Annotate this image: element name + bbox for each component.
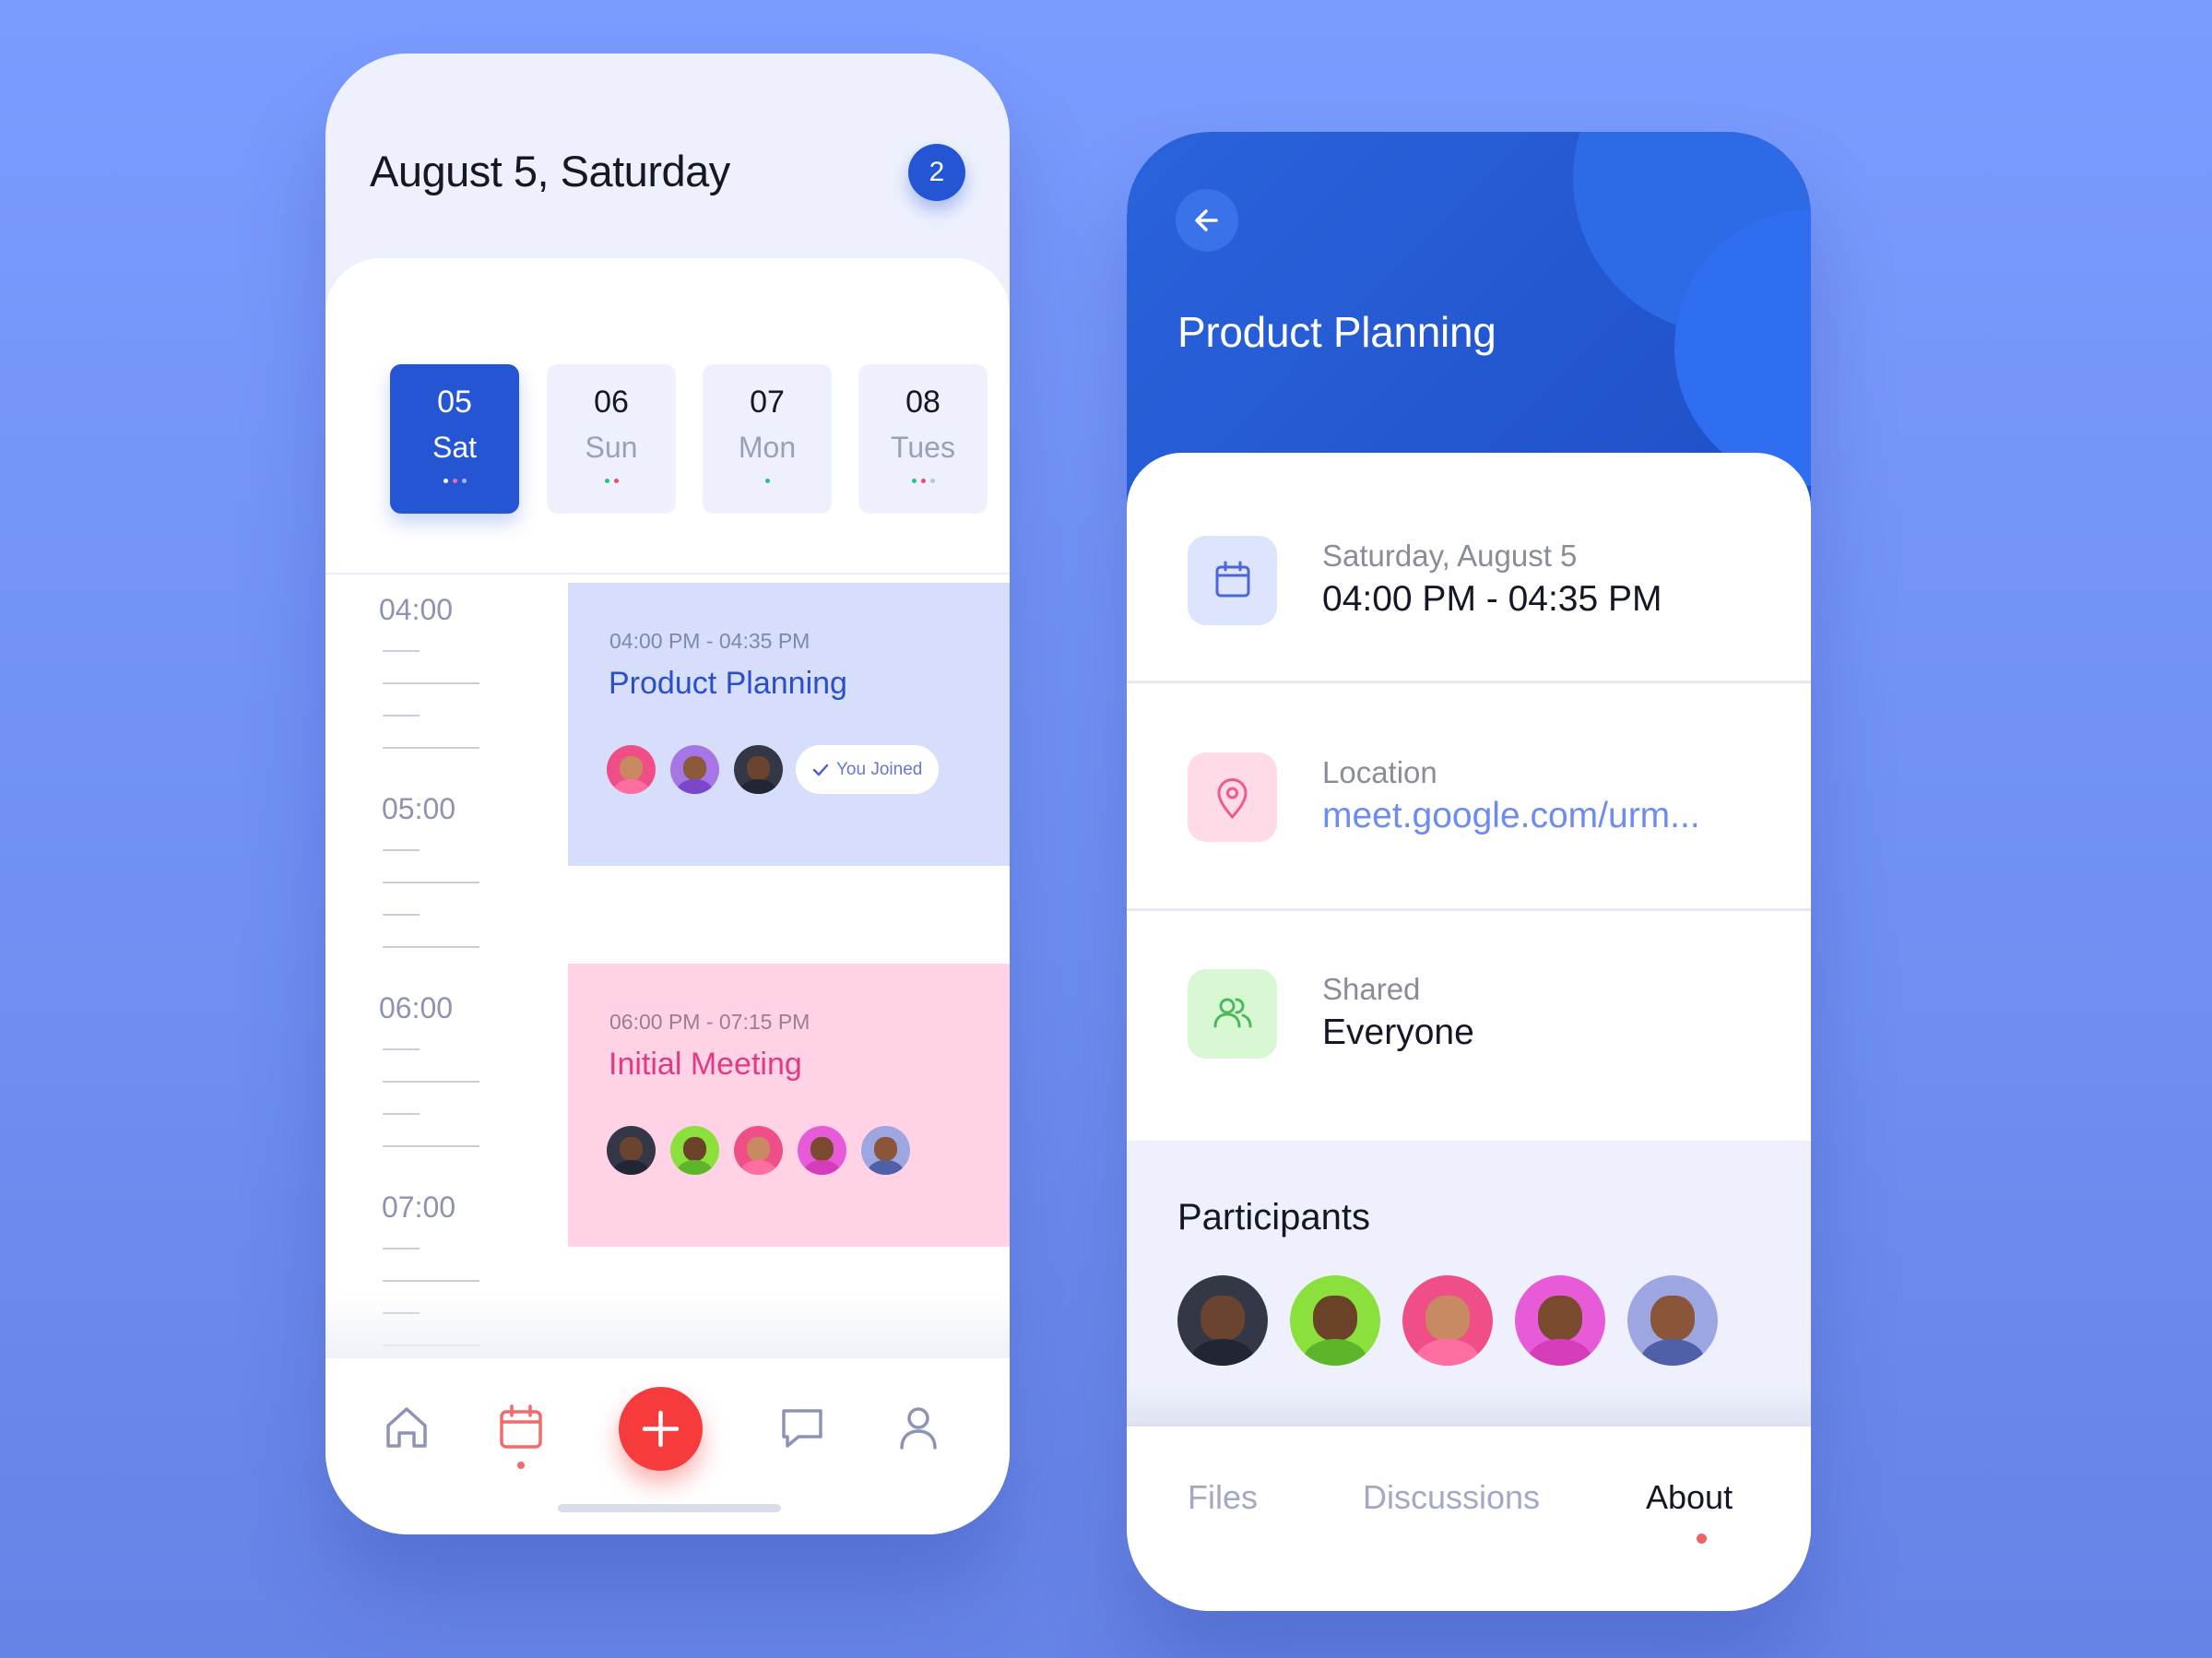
day-chip-tues[interactable]: 08 Tues	[858, 364, 988, 514]
hour-label: 04:00	[379, 593, 454, 626]
tick	[383, 715, 420, 716]
day-name: Sat	[432, 431, 478, 464]
tick	[383, 882, 479, 883]
event-dots	[390, 479, 519, 483]
tick	[383, 650, 420, 652]
row-divider	[1127, 908, 1811, 911]
tab-bar	[1127, 1427, 1811, 1611]
check-icon	[812, 764, 829, 776]
active-tab-dot	[1697, 1534, 1707, 1544]
shared-label: Shared	[1322, 972, 1421, 1006]
users-icon	[1213, 998, 1252, 1028]
location-pin-icon	[1217, 778, 1248, 819]
event-title: Initial Meeting	[609, 1047, 802, 1082]
you-joined-chip: You Joined	[796, 745, 940, 794]
back-button[interactable]	[1176, 189, 1238, 252]
event-detail-screen: Product Planning Saturday, August 5 04:0…	[1127, 132, 1811, 1611]
tick	[383, 747, 479, 749]
day-chip-sun[interactable]: 06 Sun	[547, 364, 676, 514]
avatar	[734, 1126, 783, 1175]
avatar	[607, 1126, 656, 1175]
hour-label: 06:00	[379, 991, 454, 1024]
divider	[325, 573, 1010, 574]
participant-avatar[interactable]	[1177, 1275, 1268, 1366]
event-title: Product Planning	[609, 666, 847, 701]
event-dots	[703, 479, 832, 483]
day-name: Mon	[738, 431, 797, 464]
tab-about[interactable]: About	[1646, 1478, 1733, 1517]
event-dots	[547, 479, 676, 483]
avatar	[670, 745, 719, 794]
avatar	[798, 1126, 846, 1175]
shared-value: Everyone	[1322, 1013, 1474, 1052]
event-card-initial-meeting[interactable]: 06:00 PM - 07:15 PM Initial Meeting	[568, 964, 1010, 1247]
hour-label: 07:00	[382, 1190, 456, 1224]
event-card-product-planning[interactable]: 04:00 PM - 04:35 PM Product Planning You…	[568, 583, 1010, 866]
location-label: Location	[1322, 755, 1437, 789]
event-dots	[858, 479, 988, 483]
tick	[383, 1113, 420, 1115]
tick	[383, 1048, 420, 1050]
day-chip-sat[interactable]: 05 Sat	[390, 364, 519, 514]
calendar-icon	[1215, 561, 1250, 598]
avatar	[861, 1126, 910, 1175]
location-link[interactable]: meet.google.com/urm...	[1322, 796, 1700, 836]
tick	[383, 1280, 479, 1282]
tick	[383, 1145, 479, 1147]
add-event-button[interactable]	[619, 1387, 703, 1471]
tick	[383, 914, 420, 916]
tick	[383, 849, 420, 851]
location-icon-tile	[1188, 752, 1277, 842]
arrow-left-icon	[1195, 209, 1218, 231]
participants-title: Participants	[1177, 1197, 1370, 1238]
event-time: 06:00 PM - 07:15 PM	[609, 1010, 810, 1034]
day-number: 06	[594, 385, 629, 420]
you-joined-label: You Joined	[836, 759, 923, 779]
calendar-icon[interactable]	[495, 1402, 547, 1453]
chat-icon[interactable]	[776, 1402, 828, 1453]
notification-badge[interactable]: 2	[908, 144, 965, 201]
avatar	[607, 745, 656, 794]
plus-icon	[642, 1410, 680, 1448]
time-value: 04:00 PM - 04:35 PM	[1322, 579, 1662, 619]
tab-files[interactable]: Files	[1188, 1478, 1258, 1517]
day-name: Sun	[585, 431, 638, 464]
participant-avatar[interactable]	[1290, 1275, 1380, 1366]
home-icon[interactable]	[381, 1402, 432, 1453]
event-participants: You Joined	[607, 745, 940, 794]
day-chip-mon[interactable]: 07 Mon	[703, 364, 832, 514]
avatar	[734, 745, 783, 794]
date-icon-tile	[1188, 536, 1277, 625]
participant-avatar[interactable]	[1402, 1275, 1493, 1366]
event-title: Product Planning	[1177, 308, 1496, 356]
profile-icon[interactable]	[893, 1402, 944, 1453]
day-number: 07	[750, 385, 785, 420]
home-indicator	[558, 1504, 781, 1512]
event-time: 04:00 PM - 04:35 PM	[609, 629, 810, 653]
avatar	[670, 1126, 719, 1175]
active-nav-dot	[517, 1462, 525, 1469]
tick	[383, 1081, 479, 1083]
day-number: 05	[437, 385, 472, 420]
day-number: 08	[905, 385, 940, 420]
participant-avatar[interactable]	[1627, 1275, 1718, 1366]
participant-avatar[interactable]	[1515, 1275, 1605, 1366]
date-heading: August 5, Saturday	[370, 147, 730, 195]
nav-fade	[325, 1294, 1010, 1358]
tick	[383, 1248, 420, 1249]
tab-discussions[interactable]: Discussions	[1363, 1478, 1540, 1517]
tick	[383, 946, 479, 948]
participants-list	[1177, 1275, 1718, 1366]
calendar-screen: August 5, Saturday 2 05 Sat 06 Sun 07 Mo…	[325, 53, 1010, 1534]
tab-fade	[1127, 1386, 1811, 1427]
tick	[383, 682, 479, 684]
date-label: Saturday, August 5	[1322, 539, 1578, 573]
day-name: Tues	[891, 431, 955, 464]
event-participants	[607, 1126, 910, 1175]
row-divider	[1127, 681, 1811, 683]
shared-icon-tile	[1188, 969, 1277, 1059]
hour-label: 05:00	[382, 792, 456, 825]
